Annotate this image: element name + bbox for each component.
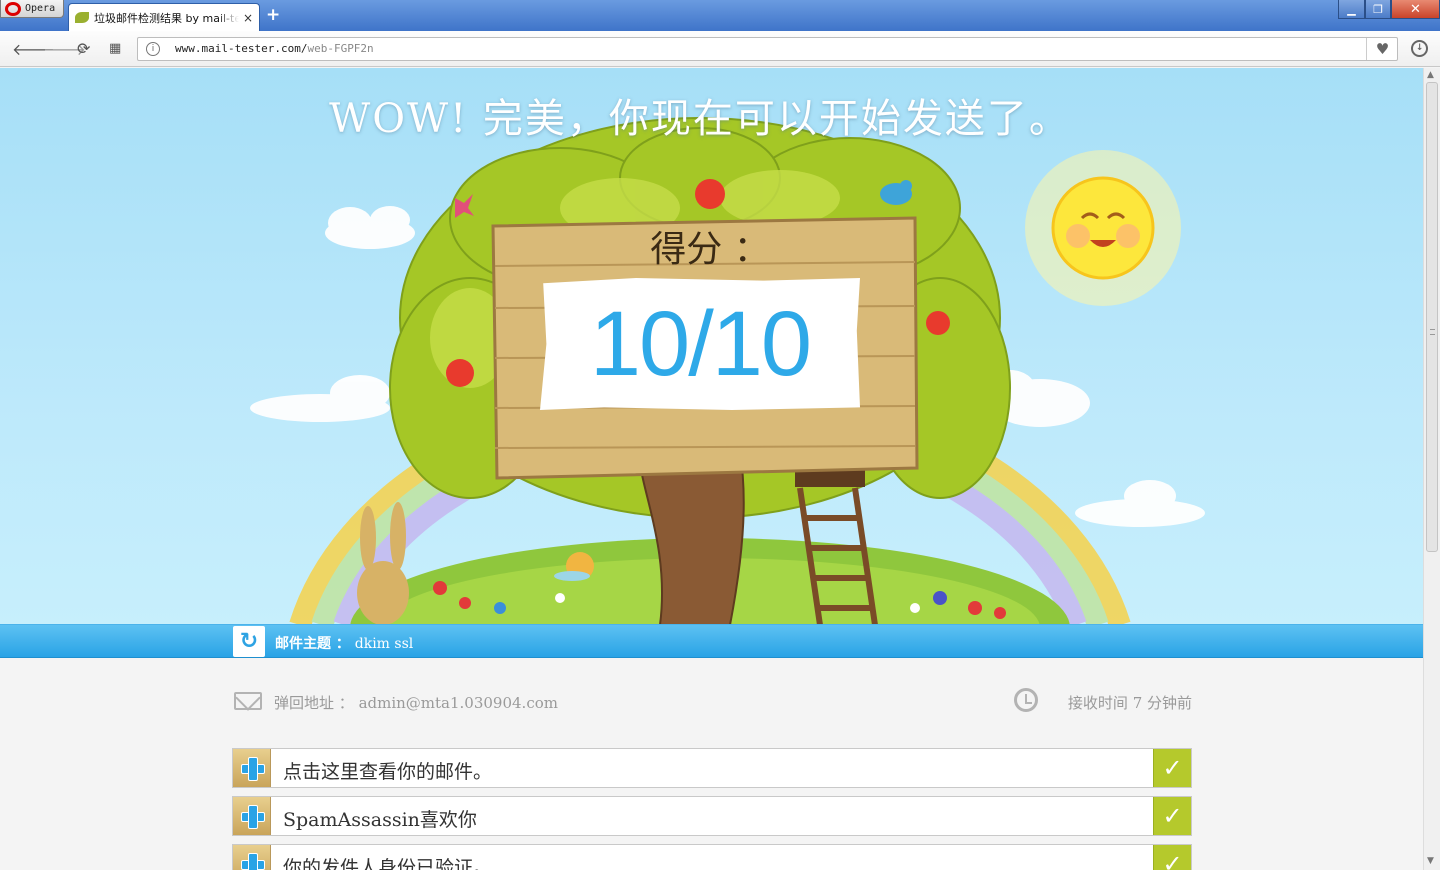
heart-icon[interactable]: ♥ <box>1366 38 1398 60</box>
expand-plus-icon[interactable] <box>233 749 271 787</box>
expand-plus-icon[interactable] <box>233 797 271 835</box>
received-label: 接收时间 <box>1067 694 1128 712</box>
browser-tab-active[interactable]: 垃圾邮件检测结果 by mail-tester.com × <box>68 3 260 31</box>
bounce-value: admin@mta1.030904.com <box>358 694 558 712</box>
subject-bar: ↻ 邮件主题 ： dkim ssl <box>0 624 1423 658</box>
window-minimize-button[interactable]: ▁ <box>1338 0 1365 19</box>
subject-label: 邮件主题 ： <box>275 636 350 652</box>
bounce-address: 弹回地址 ： admin@mta1.030904.com <box>274 692 558 713</box>
check-list: 点击这里查看你的邮件。 ✓ SpamAssassin喜欢你 ✓ 你的发件人身份已… <box>232 748 1192 870</box>
sun-icon <box>1025 150 1181 306</box>
page-scrollbar[interactable]: ▲ ▼ <box>1423 68 1440 870</box>
expand-plus-icon[interactable] <box>233 845 271 870</box>
tab-title: 垃圾邮件检测结果 by mail-tester.com <box>94 11 239 25</box>
envelope-icon <box>234 692 262 710</box>
reload-icon[interactable]: ⟳ <box>77 39 90 58</box>
window-close-button[interactable]: ✕ <box>1391 0 1440 19</box>
subject-text: 邮件主题 ： dkim ssl <box>275 633 413 653</box>
bounce-label: 弹回地址 ： <box>274 694 354 712</box>
address-bar[interactable]: i www.mail-tester.com/web-FGPF2n ♥ <box>137 37 1398 61</box>
score-value: 10/10 <box>589 292 812 395</box>
grid-icon[interactable]: ▦ <box>109 41 121 56</box>
site-info-icon[interactable]: i <box>146 42 160 56</box>
score-hero: WOW! 完美，你现在可以开始发送了。 得分 ： 10/10 <box>0 68 1423 625</box>
browser-toolbar: 🡐 🡒 ⟳ ▦ i www.mail-tester.com/web-FGPF2n… <box>0 31 1440 67</box>
check-pass-icon: ✓ <box>1153 797 1191 835</box>
received-value: 7 分钟前 <box>1132 694 1192 712</box>
scroll-up-icon[interactable]: ▲ <box>1427 70 1434 80</box>
check-item-authentication[interactable]: 你的发件人身份已验证。 ✓ <box>232 844 1192 870</box>
opera-menu-label: Opera <box>25 3 56 14</box>
opera-logo-icon <box>5 1 21 16</box>
scrollbar-thumb[interactable] <box>1426 82 1438 552</box>
check-item-label: 点击这里查看你的邮件。 <box>283 761 493 783</box>
clock-icon <box>1014 688 1038 712</box>
leaf-favicon-icon <box>75 12 89 23</box>
url-host: www.mail-tester.com/ <box>175 42 308 55</box>
subject-value: dkim ssl <box>354 636 414 652</box>
window-titlebar: Opera 垃圾邮件检测结果 by mail-tester.com × + ▁ … <box>0 0 1440 31</box>
message-meta-row: 弹回地址 ： admin@mta1.030904.com 接收时间 7 分钟前 <box>232 688 1192 716</box>
url-text[interactable]: www.mail-tester.com/web-FGPF2n <box>175 42 374 55</box>
check-item-label: 你的发件人身份已验证。 <box>283 857 493 870</box>
refresh-icon[interactable]: ↻ <box>233 626 265 657</box>
check-item-view-message[interactable]: 点击这里查看你的邮件。 ✓ <box>232 748 1192 788</box>
web-page: WOW! 完美，你现在可以开始发送了。 得分 ： 10/10 ↻ 邮件主题 ： … <box>0 68 1423 870</box>
grip-icon <box>1430 329 1435 335</box>
url-path: web-FGPF2n <box>307 42 374 55</box>
received-time: 接收时间 7 分钟前 <box>1068 692 1192 713</box>
check-pass-icon: ✓ <box>1153 749 1191 787</box>
result-headline: WOW! 完美，你现在可以开始发送了。 <box>329 96 1071 142</box>
tab-close-icon[interactable]: × <box>243 11 253 25</box>
scroll-down-icon[interactable]: ▼ <box>1427 856 1434 866</box>
score-board: 10/10 <box>540 278 860 410</box>
opera-menu-button[interactable]: Opera <box>0 0 64 18</box>
check-item-spamassassin[interactable]: SpamAssassin喜欢你 ✓ <box>232 796 1192 836</box>
new-tab-button[interactable]: + <box>266 5 280 25</box>
window-maximize-button[interactable]: ❐ <box>1365 0 1391 19</box>
score-label: 得分 ： <box>650 229 770 270</box>
check-item-label: SpamAssassin喜欢你 <box>283 809 477 831</box>
check-pass-icon: ✓ <box>1153 845 1191 870</box>
download-icon[interactable]: ↓ <box>1411 40 1428 57</box>
